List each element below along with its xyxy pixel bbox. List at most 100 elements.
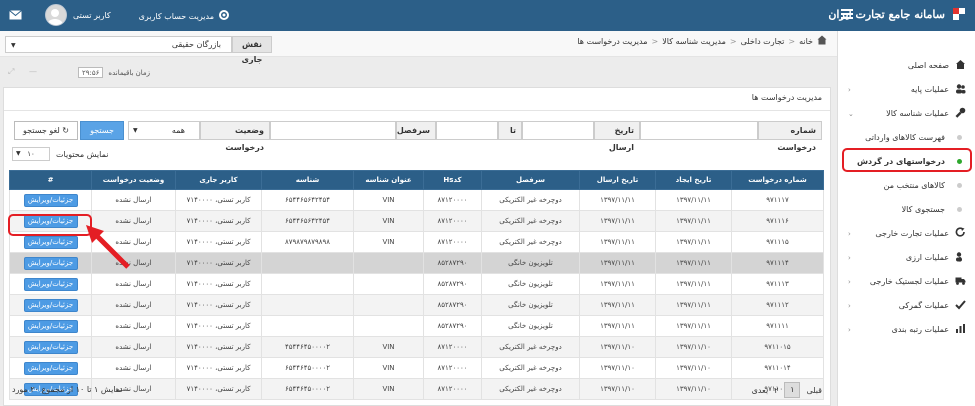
table-cell: ۱۳۹۷/۱۱/۱۰ bbox=[579, 336, 656, 358]
table-cell: ۹۷۱۱۱۷ bbox=[731, 189, 824, 211]
search-button[interactable]: جستجو bbox=[80, 121, 124, 140]
table-cell bbox=[353, 294, 424, 316]
details-edit-button[interactable]: جزئیات/ویرایش bbox=[23, 193, 78, 207]
minimize-icon[interactable]: — bbox=[29, 67, 37, 76]
page-2-link[interactable]: ۲ bbox=[774, 386, 778, 395]
panel-tools: — ⤢ bbox=[8, 67, 37, 77]
heading-input[interactable] bbox=[270, 121, 396, 140]
red-arrow-annotation bbox=[86, 225, 130, 269]
sidebar-subitem-imported-goods[interactable]: فهرست کالاهای وارداتی bbox=[838, 125, 975, 149]
current-role-label: نقش جاری bbox=[232, 36, 272, 64]
sidebar-item-label: صفحه اصلی bbox=[907, 60, 949, 70]
mail-icon[interactable] bbox=[9, 10, 22, 22]
sidebar-item-home[interactable]: صفحه اصلی bbox=[838, 53, 975, 77]
sidebar-item-foreign-trade[interactable]: عملیات تجارت خارجی ‹ bbox=[838, 221, 975, 245]
breadcrumb-item[interactable]: مدیریت شناسه کالا bbox=[662, 37, 726, 46]
top-navbar: سامانه جامع تجارت ایران مدیریت حساب کارب… bbox=[0, 0, 975, 31]
panel-title: مدیریت درخواست ها bbox=[751, 93, 822, 102]
user-profile[interactable]: کاربر تستی bbox=[45, 4, 111, 26]
table-cell: ۸۵۲۸۷۲۹۰ bbox=[423, 294, 482, 316]
sidebar-subitem-label: کالاهای منتخب من bbox=[883, 180, 945, 190]
details-edit-button[interactable]: جزئیات/ویرایش bbox=[23, 340, 78, 354]
sidebar-item-ranking[interactable]: عملیات رتبه بندی ‹ bbox=[838, 317, 975, 341]
status-dot bbox=[957, 183, 962, 188]
request-status-select[interactable]: همه ▼ bbox=[128, 121, 200, 140]
account-management-link[interactable]: مدیریت حساب کاربری bbox=[139, 9, 230, 23]
cancel-search-label: لغو جستجو bbox=[22, 126, 60, 135]
table-cell: ۱۳۹۷/۱۱/۱۱ bbox=[655, 210, 732, 232]
money-icon: $ bbox=[955, 251, 966, 263]
requests-panel: مدیریت درخواست ها شماره درخواست تاریخ ار… bbox=[3, 87, 831, 406]
table-cell: ۹۷۱۱۱۶ bbox=[731, 210, 824, 232]
user-name: کاربر تستی bbox=[73, 10, 111, 20]
request-number-input[interactable] bbox=[640, 121, 758, 140]
details-edit-button[interactable]: جزئیات/ویرایش bbox=[23, 256, 78, 270]
column-header: شماره درخواست bbox=[731, 170, 824, 190]
expand-icon[interactable]: ⤢ bbox=[8, 67, 14, 76]
details-edit-button[interactable]: جزئیات/ویرایش bbox=[23, 298, 78, 312]
table-cell: ۸۷۱۲۰۰۰۰ bbox=[423, 189, 482, 211]
breadcrumb-separator: < bbox=[788, 36, 796, 46]
page-size-select[interactable]: ۱۰ ▼ bbox=[12, 147, 50, 161]
table-cell: VIN bbox=[353, 210, 424, 232]
column-header: تاریخ ارسال bbox=[579, 170, 656, 190]
table-cell: ارسال نشده bbox=[91, 357, 176, 379]
request-status-label: وضعیت درخواست bbox=[200, 121, 270, 152]
role-select[interactable]: بازرگان حقیقی ▼ bbox=[5, 36, 232, 53]
action-cell: جزئیات/ویرایش bbox=[9, 357, 92, 379]
users-icon bbox=[955, 83, 966, 94]
prev-page-link[interactable]: قبلی bbox=[806, 386, 822, 395]
table-cell: تلویزیون خانگی bbox=[481, 294, 580, 316]
sidebar-item-logistics[interactable]: عملیات لجستیک خارجی ‹ bbox=[838, 269, 975, 293]
hamburger-menu-icon[interactable] bbox=[841, 9, 853, 21]
table-cell: کاربر تستی، ۷۱۴۰۰۰۰ bbox=[175, 336, 262, 358]
refresh-icon: ↻ bbox=[62, 126, 69, 135]
table-cell: ۱۳۹۷/۱۱/۱۱ bbox=[579, 252, 656, 274]
table-cell: ۹۷۱۱۱۵ bbox=[731, 231, 824, 253]
table-cell: ۸۵۲۸۷۲۹۰ bbox=[423, 252, 482, 274]
details-edit-button[interactable]: جزئیات/ویرایش bbox=[23, 277, 78, 291]
sidebar-item-currency[interactable]: $ عملیات ارزی ‹ bbox=[838, 245, 975, 269]
breadcrumb-separator: < bbox=[729, 36, 737, 46]
table-cell: ۹۷۱۱۱۴ bbox=[731, 252, 824, 274]
table-cell: ارسال نشده bbox=[91, 189, 176, 211]
table-header-row: شماره درخواست تاریخ ایجاد تاریخ ارسال سرفصل… bbox=[9, 170, 824, 190]
chevron-left-icon: ‹ bbox=[848, 230, 851, 238]
next-page-link[interactable]: بعدی bbox=[752, 386, 769, 395]
table-cell bbox=[353, 315, 424, 337]
cancel-search-button[interactable]: ↻ لغو جستجو bbox=[14, 121, 78, 140]
caret-down-icon: ▼ bbox=[11, 42, 16, 49]
column-header: سرفصل bbox=[481, 170, 580, 190]
account-label: مدیریت حساب کاربری bbox=[138, 11, 214, 21]
page-1-button[interactable]: ۱ bbox=[784, 382, 801, 398]
table-cell: ارسال نشده bbox=[91, 294, 176, 316]
table-footer: نمایش ۱ تا ۱۰ از مجموع ۲۰ مورد قبلی ۱ ۲ … bbox=[10, 380, 824, 402]
status-dot bbox=[957, 207, 962, 212]
sidebar-item-customs[interactable]: عملیات گمرکی ‹ bbox=[838, 293, 975, 317]
sidebar-item-goods-id-operations[interactable]: عملیات شناسه کالا ⌄ bbox=[838, 101, 975, 125]
sidebar-subitem-my-selected-goods[interactable]: کالاهای منتخب من bbox=[838, 173, 975, 197]
details-edit-button[interactable]: جزئیات/ویرایش bbox=[23, 235, 78, 249]
action-cell: جزئیات/ویرایش bbox=[9, 315, 92, 337]
sidebar-subitem-goods-search[interactable]: جستجوی کالا bbox=[838, 197, 975, 221]
sidebar-item-base-operations[interactable]: عملیات پایه ‹ bbox=[838, 77, 975, 101]
table-cell: ۴۵۴۴۶۴۵۰۰۰۰۲ bbox=[261, 336, 354, 358]
table-cell: ۸۷۹۸۷۹۸۷۹۸۹۸ bbox=[261, 231, 354, 253]
sidebar-item-label: عملیات پایه bbox=[910, 84, 949, 94]
table-cell: ۸۷۱۲۰۰۰۰ bbox=[423, 210, 482, 232]
table-cell: ۱۳۹۷/۱۱/۱۱ bbox=[579, 189, 656, 211]
table-row: ۹۷۱۱۱۷ ۱۳۹۷/۱۱/۱۱ ۱۳۹۷/۱۱/۱۱ دوچرخه غیر الک… bbox=[9, 189, 824, 211]
home-icon[interactable] bbox=[817, 35, 827, 47]
table-cell: دوچرخه غیر الکتریکی bbox=[481, 210, 580, 232]
details-edit-button[interactable]: جزئیات/ویرایش bbox=[23, 319, 78, 333]
details-edit-button[interactable]: جزئیات/ویرایش bbox=[23, 361, 78, 375]
action-cell: جزئیات/ویرایش bbox=[9, 273, 92, 295]
breadcrumb-item[interactable]: تجارت داخلی bbox=[741, 37, 785, 46]
send-date-from-input[interactable] bbox=[522, 121, 594, 140]
table-cell: ۱۳۹۷/۱۱/۱۱ bbox=[655, 273, 732, 295]
send-date-to-input[interactable] bbox=[436, 121, 498, 140]
divider bbox=[4, 110, 830, 111]
sidebar-item-label: عملیات تجارت خارجی bbox=[875, 228, 949, 238]
table-cell: ۱۳۹۷/۱۱/۱۱ bbox=[579, 231, 656, 253]
breadcrumb-item[interactable]: خانه bbox=[799, 37, 813, 46]
